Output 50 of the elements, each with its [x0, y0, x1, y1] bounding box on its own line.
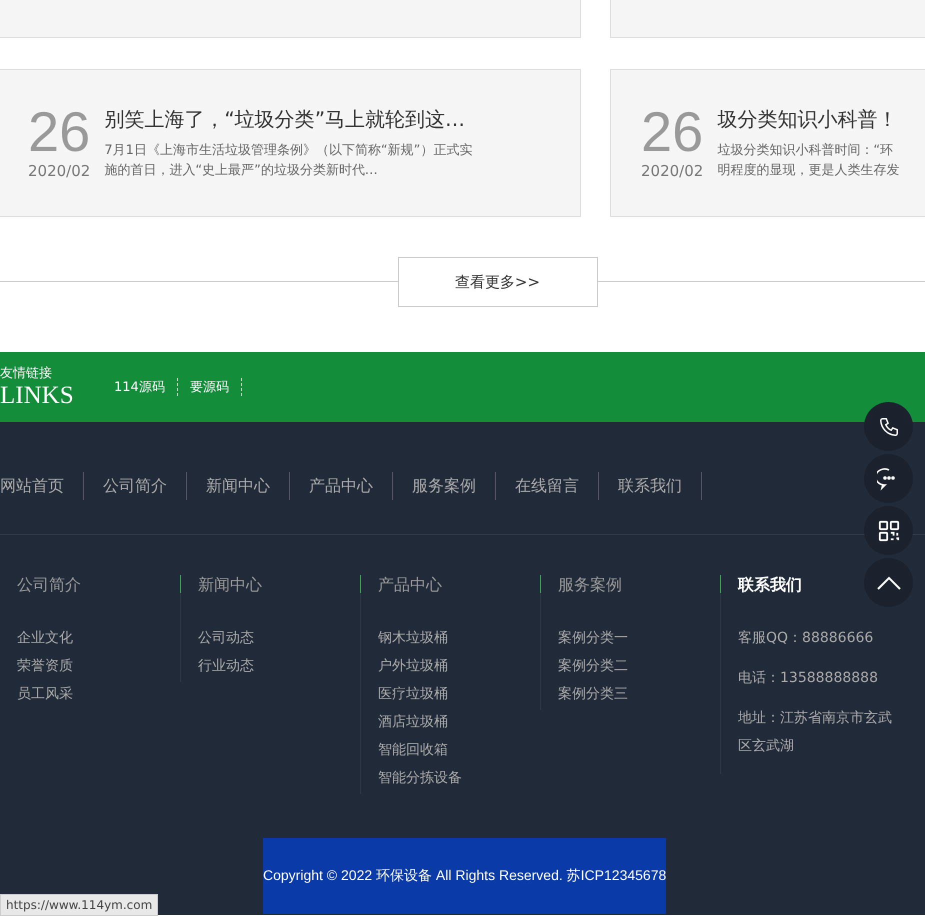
footer-nav-link[interactable]: 服务案例 — [393, 472, 496, 500]
column-title: 联系我们 — [738, 575, 802, 596]
friend-link[interactable]: 要源码 — [190, 378, 242, 396]
date-day: 26 — [28, 106, 90, 158]
news-summary: 7月1日《上海市生活垃圾管理条例》（以下简称“新规”）正式实 — [104, 142, 472, 160]
chevron-up-icon — [876, 574, 902, 590]
contact-info: 地址：江苏省南京市玄武区玄武湖 — [738, 709, 893, 756]
phone-icon — [878, 416, 900, 438]
column-title: 服务案例 — [558, 575, 622, 596]
footer-link[interactable]: 智能回收箱 — [378, 736, 448, 764]
footer-nav-link[interactable]: 在线留言 — [496, 472, 599, 500]
footer-link[interactable]: 案例分类三 — [558, 680, 628, 708]
links-title: 友情链接 — [0, 365, 53, 382]
footer-link[interactable]: 户外垃圾桶 — [378, 652, 448, 680]
links-subtitle: LINKS — [0, 382, 75, 410]
footer-link[interactable]: 企业文化 — [17, 624, 73, 652]
date-month: 2020/02 — [28, 162, 90, 180]
footer-link[interactable]: 酒店垃圾桶 — [378, 708, 448, 736]
contact-info: 客服QQ：88886666 — [738, 629, 874, 648]
news-summary: 施的首日，进入“史上最严”的垃圾分类新时代… — [104, 162, 379, 180]
column-title: 新闻中心 — [198, 575, 262, 596]
date-day: 26 — [641, 106, 704, 158]
status-url: https://www.114ym.com — [0, 894, 158, 916]
footer-nav-link[interactable]: 产品中心 — [290, 472, 393, 500]
footer-link[interactable]: 医疗垃圾桶 — [378, 680, 448, 708]
footer-nav-link[interactable]: 网站首页 — [0, 472, 84, 500]
qr-code-icon — [878, 520, 900, 542]
date-month: 2020/02 — [641, 162, 704, 180]
footer-link[interactable]: 钢木垃圾桶 — [378, 624, 448, 652]
footer-link[interactable]: 案例分类二 — [558, 652, 628, 680]
footer-link[interactable]: 案例分类一 — [558, 624, 628, 652]
copyright-text: Copyright © 2022 环保设备 All Rights Reserved. 苏ICP12345678 — [263, 838, 666, 914]
footer-link[interactable]: 荣誉资质 — [17, 652, 73, 680]
column-title: 产品中心 — [378, 575, 442, 596]
news-summary: 垃圾分类知识小科普时间：“环 — [717, 142, 894, 160]
news-card[interactable]: 26 2020/02 别笑上海了，“垃圾分类”马上就轮到这… 7月1日《上海市生活垃圾管理条例》（以下简称“新规”）正式实 施的首日，进入“史上最严”的垃圾分类新时代… — [0, 69, 581, 217]
footer-nav-link[interactable]: 新闻中心 — [187, 472, 290, 500]
news-title[interactable]: 别笑上海了，“垃圾分类”马上就轮到这… — [104, 106, 472, 132]
friend-link[interactable]: 114源码 — [114, 378, 178, 396]
footer-nav-link[interactable]: 联系我们 — [599, 472, 702, 500]
footer-link[interactable]: 智能分拣设备 — [378, 764, 462, 792]
view-more-button[interactable]: 查看更多>> — [398, 257, 598, 307]
footer-link[interactable]: 员工风采 — [17, 680, 73, 708]
footer-link[interactable]: 公司动态 — [198, 624, 254, 652]
contact-info: 电话：13588888888 — [738, 669, 879, 688]
footer-nav-link[interactable]: 公司简介 — [84, 472, 187, 500]
footer-link[interactable]: 行业动态 — [198, 652, 254, 680]
news-summary: 明程度的显现，更是人类生存发 — [717, 162, 900, 180]
news-title[interactable]: 圾分类知识小科普！ — [717, 106, 900, 132]
column-title: 公司简介 — [17, 575, 81, 596]
